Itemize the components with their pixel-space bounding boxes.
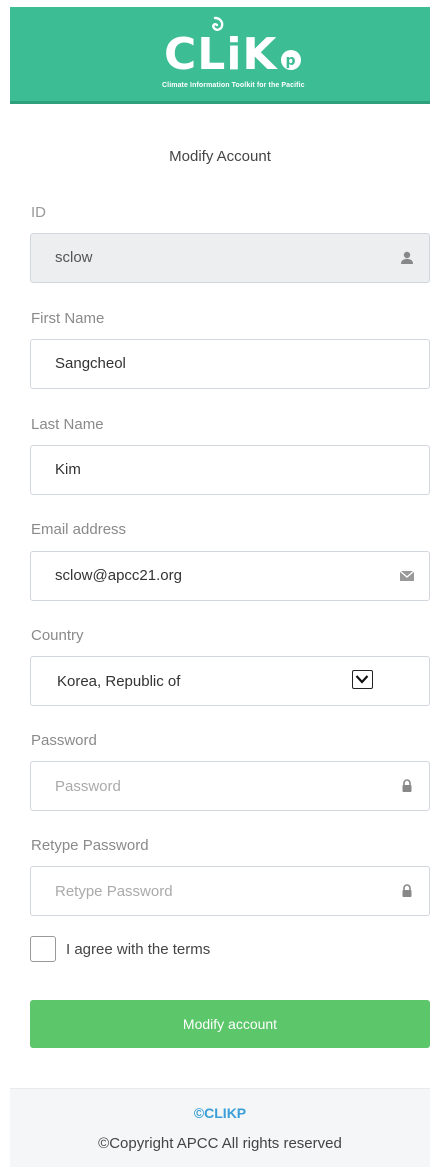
id-label: ID xyxy=(31,204,46,221)
chevron-down-icon[interactable] xyxy=(352,670,373,689)
last-name-value: Kim xyxy=(55,461,81,478)
country-label: Country xyxy=(31,627,84,644)
country-select[interactable]: Korea, Republic of xyxy=(30,656,430,706)
retype-password-label: Retype Password xyxy=(31,837,149,854)
last-name-label: Last Name xyxy=(31,416,104,433)
terms-label[interactable]: I agree with the terms xyxy=(66,941,210,958)
clikp-logo[interactable]: CLiK p Climate Information Toolkit for t… xyxy=(156,16,316,95)
site-header: CLiK p Climate Information Toolkit for t… xyxy=(10,7,430,104)
first-name-label: First Name xyxy=(31,310,105,327)
modify-account-button[interactable]: Modify account xyxy=(30,1000,430,1048)
svg-text:p: p xyxy=(285,53,296,69)
page-title: Modify Account xyxy=(169,148,271,165)
id-field: sclow xyxy=(30,233,430,283)
id-value: sclow xyxy=(55,249,93,266)
footer-copyright: ©Copyright APCC All rights reserved xyxy=(98,1135,342,1152)
modify-account-page: CLiK p Climate Information Toolkit for t… xyxy=(0,0,440,1167)
logo-subtitle: Climate Information Toolkit for the Paci… xyxy=(162,82,305,89)
retype-password-field[interactable]: Retype Password xyxy=(30,866,430,916)
first-name-field[interactable]: Sangcheol xyxy=(30,339,430,389)
country-selected-value: Korea, Republic of xyxy=(57,673,181,690)
logo-p-badge-icon: p xyxy=(280,50,301,70)
terms-checkbox[interactable] xyxy=(30,936,56,962)
lock-icon xyxy=(402,884,412,897)
envelope-icon xyxy=(399,570,415,581)
user-icon xyxy=(401,251,413,264)
email-value: sclow@apcc21.org xyxy=(55,567,182,584)
last-name-field[interactable]: Kim xyxy=(30,445,430,495)
logo-text: CLiK p xyxy=(164,31,302,79)
footer-brand-link[interactable]: ©CLIKP xyxy=(10,1105,430,1121)
email-label: Email address xyxy=(31,521,127,538)
retype-password-placeholder: Retype Password xyxy=(55,883,173,900)
password-placeholder: Password xyxy=(55,778,121,795)
site-footer: ©CLIKP ©Copyright APCC All rights reserv… xyxy=(10,1088,430,1167)
first-name-value: Sangcheol xyxy=(55,355,126,372)
password-label: Password xyxy=(31,732,97,749)
email-field[interactable]: sclow@apcc21.org xyxy=(30,551,430,601)
lock-icon xyxy=(402,779,412,792)
password-field[interactable]: Password xyxy=(30,761,430,811)
